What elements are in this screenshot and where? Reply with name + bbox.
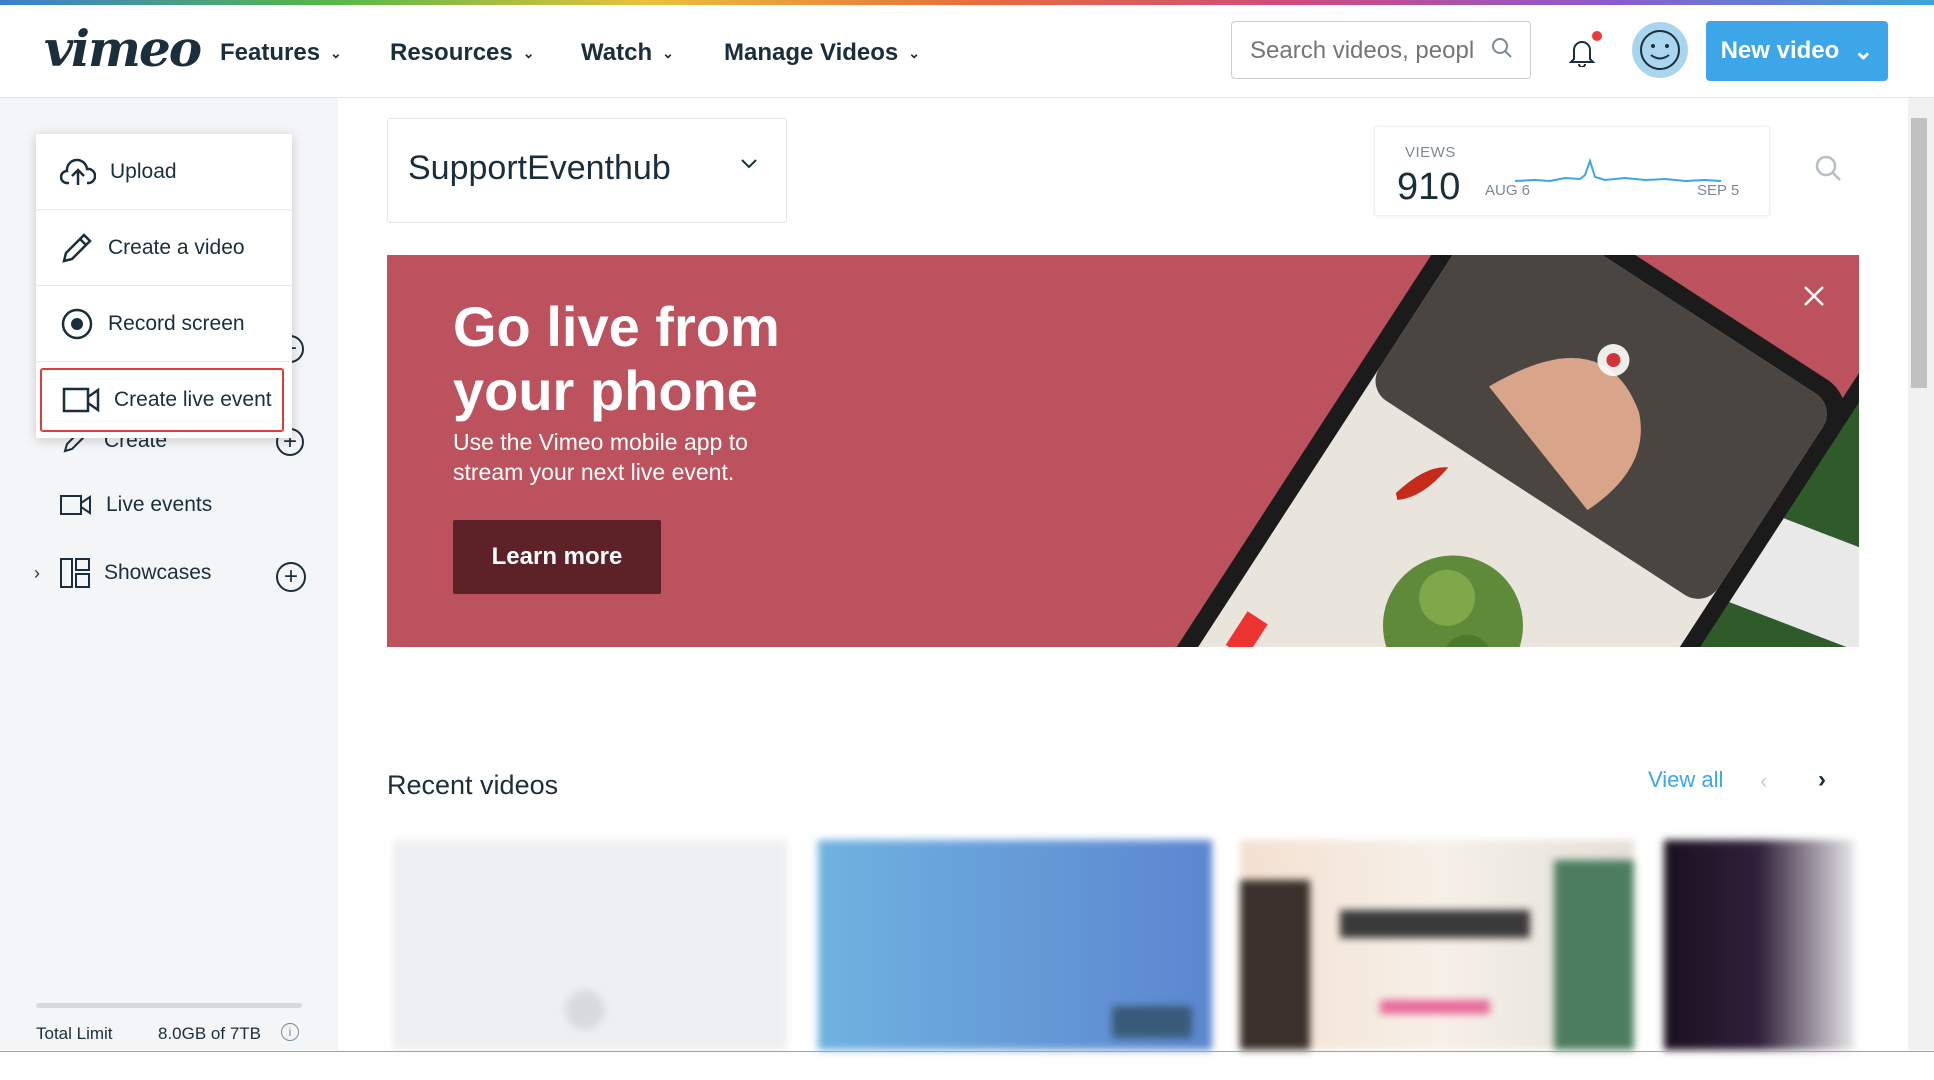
recent-videos-title: Recent videos [387,770,559,800]
chevron-down-icon [740,157,758,175]
date-start: AUG 6 [1485,182,1531,199]
chevron-down-icon: ⌄ [1853,37,1874,65]
channel-selector[interactable]: SupportEventhub [387,118,787,223]
video-camera-icon [62,387,100,413]
storage-label: Total Limit [36,1024,113,1043]
banner-title: Go live from your phone [453,295,780,422]
add-showcase-button[interactable]: + [276,562,306,592]
banner-subtitle: Use the Vimeo mobile app to stream your … [453,429,748,485]
chevron-right-icon[interactable]: › [34,563,46,584]
avatar[interactable] [1632,22,1688,78]
close-icon[interactable] [1803,285,1825,312]
notification-dot [1592,31,1602,41]
search-box[interactable] [1231,21,1531,79]
nav-resources[interactable]: Resources ⌄ [390,39,534,67]
storage-value: 8.0GB of 7TB [158,1024,261,1043]
storage-bar [36,1003,302,1008]
video-camera-icon [60,495,91,515]
video-thumbnail[interactable] [393,840,787,1050]
video-thumbnail[interactable] [818,840,1212,1050]
chevron-down-icon: ⌄ [908,44,921,61]
top-header: vimeo Features ⌄ Resources ⌄ Watch ⌄ Manage… [0,5,1934,98]
menu-item-create-video[interactable]: Create a video [36,210,292,286]
nav-watch[interactable]: Watch ⌄ [581,39,674,67]
chevron-left-icon[interactable]: ‹ [1760,768,1767,794]
search-icon[interactable] [1490,36,1514,65]
chevron-down-icon: ⌄ [330,44,342,61]
divider [0,1051,1934,1052]
views-value: 910 [1397,166,1461,208]
views-stats-card[interactable]: VIEWS 910 AUG 6 SEP 5 [1374,126,1770,216]
views-sparkline [1515,157,1721,183]
vimeo-logo[interactable]: vimeo [44,19,202,78]
nav-manage-videos[interactable]: Manage Videos ⌄ [724,39,920,67]
chevron-down-icon: ⌄ [662,44,674,61]
record-icon [61,308,93,339]
bell-icon[interactable] [1568,37,1596,72]
views-label: VIEWS [1405,144,1456,161]
scrollbar-thumb[interactable] [1911,118,1927,388]
learn-more-button[interactable]: Learn more [453,520,661,594]
view-all-link[interactable]: View all [1648,767,1723,793]
chevron-right-icon[interactable]: › [1818,766,1826,794]
new-video-menu: Upload Create a video Record screen Crea… [36,134,292,438]
cloud-upload-icon [60,158,96,185]
promo-banner: Go live from your phone Use the Vimeo mo… [387,255,1859,647]
sidebar-item-showcases[interactable]: › Showcases [34,558,211,588]
date-end: SEP 5 [1697,182,1740,199]
menu-item-create-live-event[interactable]: Create live event [40,368,284,432]
search-icon[interactable] [1814,154,1842,187]
new-video-button[interactable]: New video ⌄ [1706,21,1888,81]
menu-item-record-screen[interactable]: Record screen [36,286,292,362]
search-input[interactable] [1248,36,1482,66]
channel-name: SupportEventhub [408,149,671,187]
menu-item-upload[interactable]: Upload [36,134,292,210]
pencil-icon [62,232,92,263]
nav-features[interactable]: Features ⌄ [220,39,342,67]
info-icon[interactable]: i [281,1023,299,1041]
chevron-down-icon: ⌄ [522,44,535,61]
video-thumbnail[interactable] [1240,840,1634,1050]
sidebar-item-live-events[interactable]: Live events [60,493,212,517]
showcase-icon [60,558,90,588]
video-thumbnail[interactable] [1664,840,1854,1050]
